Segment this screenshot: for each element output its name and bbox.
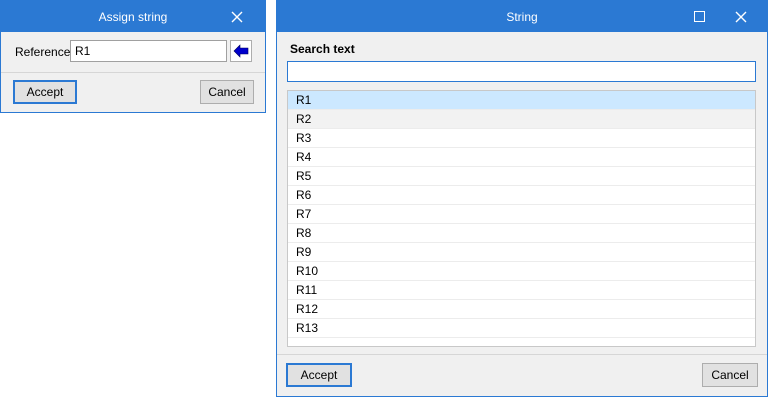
list-item[interactable]: R13 [288,319,755,338]
maximize-button[interactable] [677,1,721,32]
cancel-button[interactable]: Cancel [200,80,254,104]
string-dialog: String Search text R1 R2 R3 R4 R5 R6 R7 … [276,0,768,397]
string-list[interactable]: R1 R2 R3 R4 R5 R6 R7 R8 R9 R10 R11 R12 R… [287,90,756,347]
list-item[interactable]: R6 [288,186,755,205]
assign-string-titlebar[interactable]: Assign string [1,1,265,32]
list-item[interactable]: R7 [288,205,755,224]
list-item[interactable]: R11 [288,281,755,300]
string-titlebar[interactable]: String [277,1,767,32]
list-item[interactable]: R9 [288,243,755,262]
accept-button[interactable]: Accept [13,80,77,104]
separator [1,72,265,73]
separator [277,354,767,355]
reference-label: Reference [15,45,71,59]
search-input[interactable] [287,61,756,82]
reference-row: Reference R1 [15,40,255,64]
list-item[interactable]: R2 [288,110,755,129]
cancel-button[interactable]: Cancel [702,363,758,387]
close-button[interactable] [215,1,259,32]
close-button[interactable] [719,1,763,32]
reference-input[interactable]: R1 [70,40,227,62]
list-item[interactable]: R8 [288,224,755,243]
close-icon [231,11,243,22]
left-arrow-icon [233,44,249,58]
search-label: Search text [290,42,355,56]
pick-string-button[interactable] [230,40,252,62]
list-item[interactable]: R3 [288,129,755,148]
list-item[interactable]: R4 [288,148,755,167]
assign-string-dialog: Assign string Reference R1 Accept Cancel [0,0,266,113]
list-item-selected[interactable]: R1 [288,91,755,110]
accept-button[interactable]: Accept [286,363,352,387]
list-item[interactable]: R10 [288,262,755,281]
list-item[interactable]: R12 [288,300,755,319]
list-item[interactable]: R5 [288,167,755,186]
close-icon [735,11,747,22]
maximize-icon [693,11,705,22]
